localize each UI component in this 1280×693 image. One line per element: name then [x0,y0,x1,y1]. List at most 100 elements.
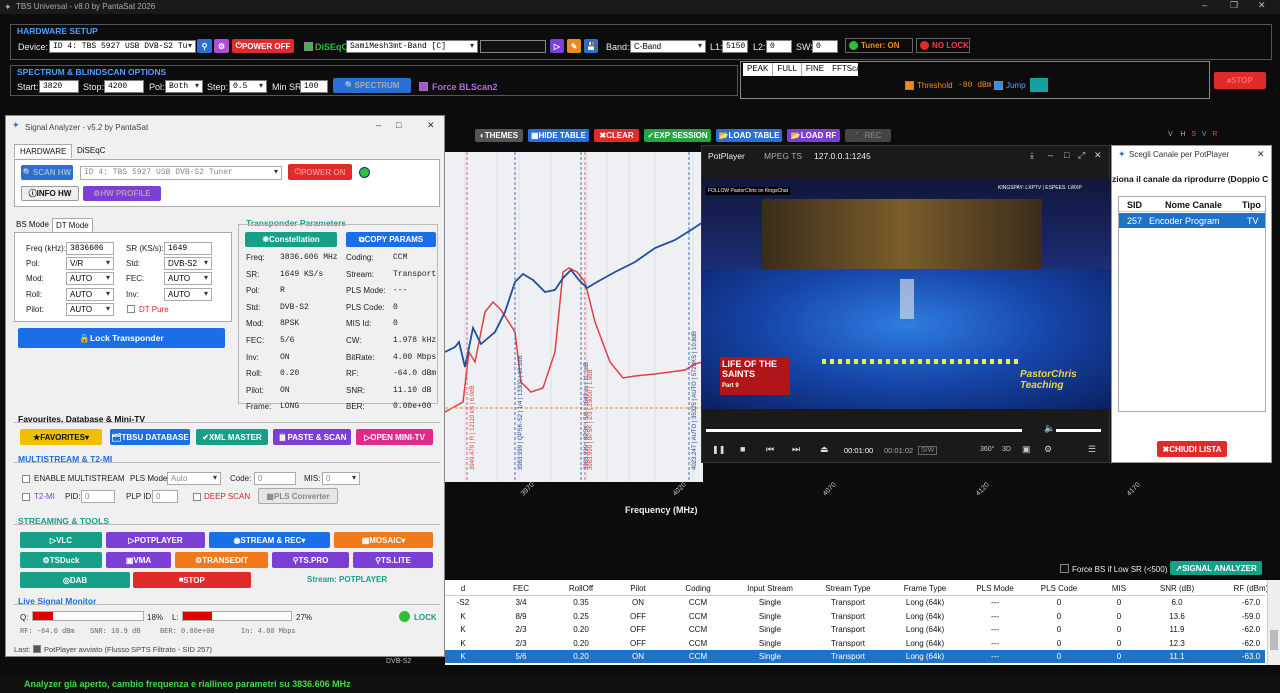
potplayer-button[interactable]: ▷ POTPLAYER [106,532,205,548]
tbsu-database-button[interactable]: 🗂 TBSU DATABASE [110,429,190,445]
hw-profile-button[interactable]: ⚙ HW PROFILE [83,186,161,201]
step-select[interactable]: 0.5 [229,80,267,93]
sr-input[interactable]: 1649 [164,242,212,255]
jump-checkbox[interactable] [994,81,1003,90]
load-table-button[interactable]: 📂 LOAD TABLE [716,129,782,142]
dab-button[interactable]: ◎ DAB [20,572,130,588]
satellite-extra-field[interactable] [480,40,546,53]
table-header-cell[interactable]: Coding [668,584,728,593]
edit-button[interactable]: ✎ [567,39,581,53]
table-header-cell[interactable]: Frame Type [895,584,955,593]
copy-params-button[interactable]: ⧉ COPY PARAMS [346,232,436,247]
satellite-select[interactable]: SamiMesh3mt-Band [C] [346,40,478,53]
save-button[interactable]: 💾 [584,39,598,53]
power-off-button[interactable]: ⏻ POWER OFF [232,39,294,53]
eject-icon[interactable]: ⏏ [820,444,829,455]
tspro-button[interactable]: ⚲ TS.PRO [272,552,349,568]
table-header-cell[interactable]: RollOff [551,584,611,593]
settings-button[interactable]: ⚙ [214,39,229,53]
pol-field[interactable]: V/R [66,257,114,270]
min-sr-input[interactable]: 100 [300,80,328,93]
pid-input[interactable]: 0 [81,490,115,503]
capture-icon[interactable]: ▣ [1022,444,1031,455]
analyzer-close-icon[interactable]: ✕ [427,120,435,131]
diseqc-checkbox[interactable] [304,42,313,51]
stop-scan-button[interactable]: ⏹ STOP [1214,72,1266,89]
table-header-cell[interactable]: PLS Code [1029,584,1089,593]
start-input[interactable]: 3820 [39,80,79,93]
open-mini-tv-button[interactable]: ▷ OPEN MINI-TV [356,429,433,445]
stop-stream-button[interactable]: ⏹ STOP [133,572,251,588]
tab-peak[interactable]: PEAK [743,63,772,76]
pol-select[interactable]: Both [165,80,203,93]
force-bs-checkbox[interactable] [1060,564,1069,573]
fec-select[interactable]: AUTO [164,272,212,285]
3d-button[interactable]: 3D [1002,446,1011,453]
roll-select[interactable]: AUTO [66,288,114,301]
std-select[interactable]: DVB-S2 [164,257,212,270]
spectrum-scan-button[interactable]: 🔍 SPECTRUM [333,78,411,93]
tab-bs-mode[interactable]: BS Mode [16,220,49,229]
table-header-cell[interactable]: MIS [1089,584,1149,593]
pls-converter-button[interactable]: ▦ PLS Converter [258,488,338,504]
seek-bar[interactable] [706,429,1022,432]
stream-rec-button[interactable]: ◉ STREAM & REC ▾ [209,532,330,548]
constellation-button[interactable]: ❋ Constellation [245,232,337,247]
minimize-icon[interactable]: – [1202,0,1207,10]
exp-session-button[interactable]: ✓ EXP SESSION [644,129,711,142]
device-select[interactable]: ID 4: TBS 5927 USB DVB-S2 Tu [49,40,196,53]
close-icon[interactable]: ✕ [1258,0,1266,11]
play-button[interactable]: ▷ [550,39,564,53]
prev-icon[interactable]: ⏮ [766,444,774,455]
band-select[interactable]: C-Band [630,40,706,53]
analyzer-maximize-icon[interactable]: □ [396,120,401,130]
pls-mode-select[interactable]: Auto [167,472,221,485]
tslite-button[interactable]: ⚲ TS.LITE [353,552,433,568]
volume-icon[interactable]: 🔈 [1044,423,1055,434]
mosaic-button[interactable]: ▦ MOSAIC ▾ [334,532,433,548]
next-icon[interactable]: ⏭ [792,444,800,455]
vma-button[interactable]: ▣ VMA [106,552,171,568]
plp-input[interactable]: 0 [152,490,178,503]
clear-button[interactable]: ✖ CLEAR [594,129,639,142]
player-close-icon[interactable]: ✕ [1094,150,1102,161]
info-hw-button[interactable]: ⓘ INFO HW [21,186,79,201]
table-scrollbar[interactable] [1267,580,1280,665]
pin-icon[interactable]: ⤓ [1030,150,1034,161]
analyzer-minimize-icon[interactable]: – [376,120,381,130]
table-header-cell[interactable]: FEC [491,584,551,593]
deep-scan-checkbox[interactable] [193,493,201,501]
table-row[interactable]: K 5/6 0.20 ON CCM Single Transport Long (64k) --… [445,650,1265,663]
table-row[interactable]: K 2/3 0.20 OFF CCM Single Transport Long (64k) -… [445,623,1265,636]
table-scroll-thumb[interactable] [1270,630,1278,650]
mis-select[interactable]: 0 [322,472,360,485]
360-button[interactable]: 360° [980,446,994,453]
hide-table-button[interactable]: ▦ HIDE TABLE [528,129,589,142]
sw-input[interactable]: 0 [812,40,838,53]
tab-fftscan[interactable]: FFTScan [828,63,869,76]
rec-button[interactable]: ⚫ REC [845,129,891,142]
search-button[interactable]: ⚲ [197,39,212,53]
transedit-button[interactable]: ⚙ TRANSEDIT [175,552,268,568]
force-blscan-checkbox[interactable] [419,82,428,91]
channel-row[interactable]: 257 Encoder Program TV [1119,213,1265,228]
vlc-button[interactable]: ▷ VLC [20,532,102,548]
fullscreen-icon[interactable]: ⤢ [1078,150,1085,161]
analyzer-power-button[interactable]: ⏻ POWER ON [288,164,352,180]
table-header-cell[interactable]: Stream Type [818,584,878,593]
enable-multistream-checkbox[interactable] [22,475,30,483]
jump-color-swatch[interactable] [1030,78,1048,92]
video-frame[interactable]: KINGSPAY: LXPTV | ESPEES: LWXP FOLLOW Pa… [702,179,1111,409]
player-minimize-icon[interactable]: – [1048,150,1053,160]
freq-input[interactable]: 3836606 [66,242,114,255]
table-header-cell[interactable]: SNR (dB) [1147,584,1207,593]
maximize-icon[interactable]: ❐ [1230,0,1238,11]
table-row[interactable]: K 2/3 0.20 OFF CCM Single Transport Long (64k) -… [445,637,1265,650]
pilot-select[interactable]: AUTO [66,303,114,316]
table-row[interactable]: K 8/9 0.25 OFF CCM Single Transport Long (64k) -… [445,610,1265,623]
l1-input[interactable]: 5150 [722,40,748,53]
dt-pure-checkbox[interactable] [127,305,135,313]
tab-hardware[interactable]: HARDWARE [14,144,73,158]
analyzer-device-select[interactable]: ID 4: TBS 5927 USB DVB-S2 Tuner [80,166,282,180]
tab-full[interactable]: FULL [772,63,802,76]
